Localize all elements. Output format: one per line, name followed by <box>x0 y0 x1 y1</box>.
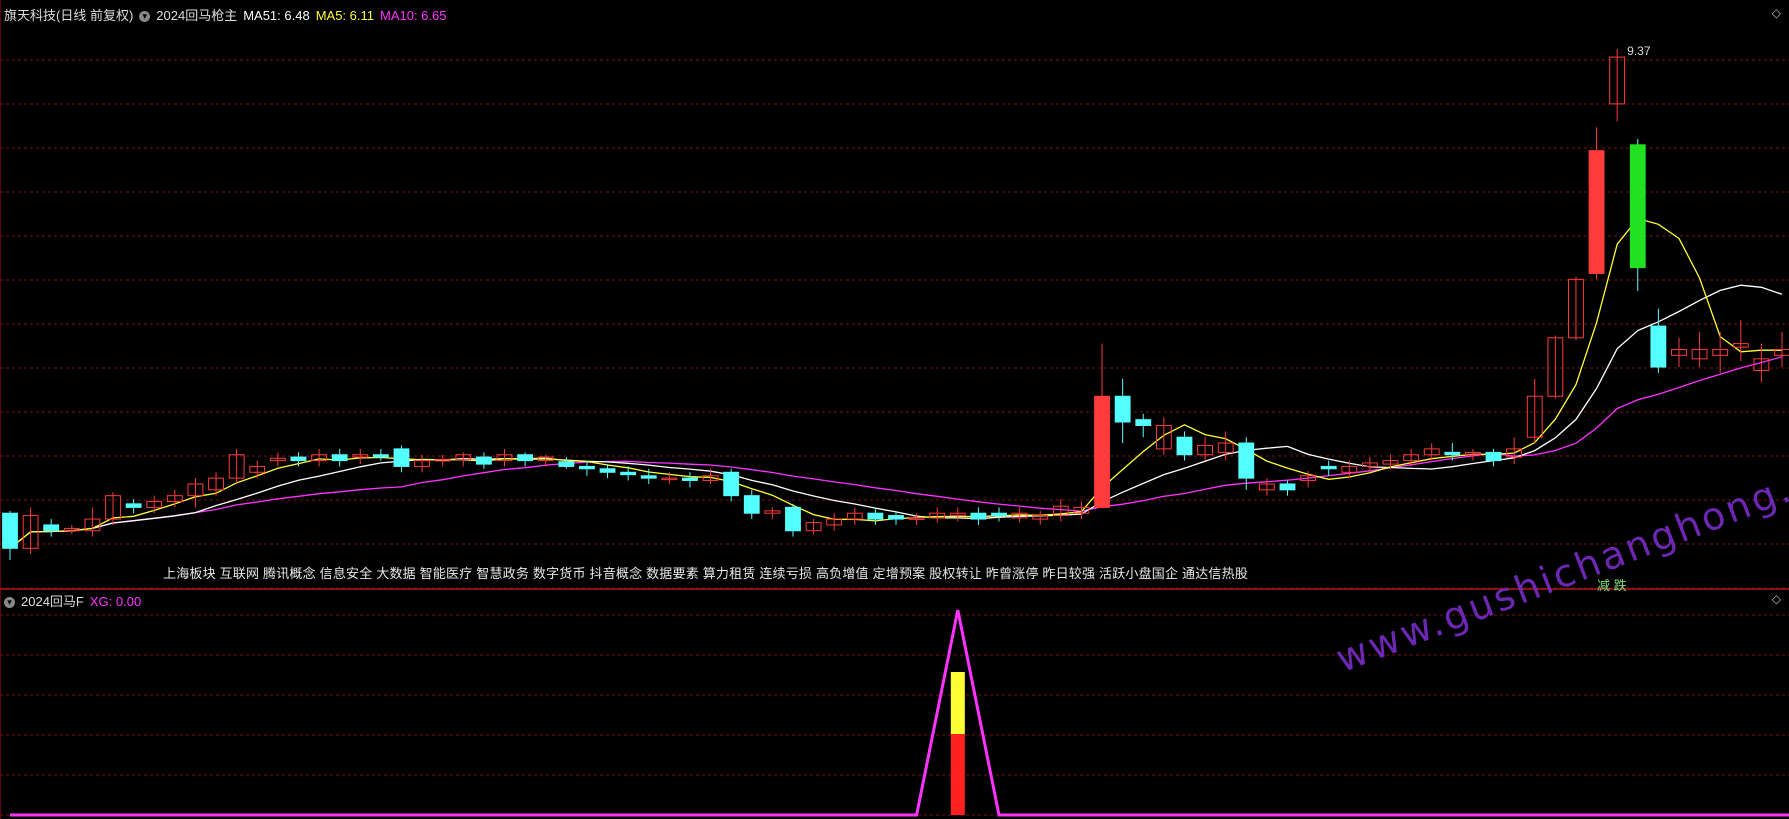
indicator-name: 2024回马枪主 <box>156 8 238 23</box>
chevron-circle-icon-sub[interactable]: ▾ <box>4 597 15 609</box>
diamond-icon-sub[interactable]: ◇ <box>1772 592 1781 606</box>
xg-signal-line <box>10 609 1789 817</box>
candle-body <box>393 448 410 467</box>
candle-body <box>1114 395 1131 423</box>
concept-tags: 上海板块 互联网 腾讯概念 信息安全 大数据 智能医疗 智慧政务 数字货币 抖音… <box>163 566 1249 581</box>
candle-body <box>723 471 740 497</box>
candle-body <box>331 454 348 462</box>
candle-body <box>2 512 18 549</box>
candle-body <box>888 515 904 520</box>
sub-header: ▾ 2024回马F XG: 0.00 <box>4 591 147 610</box>
candle-body <box>372 454 389 458</box>
candle-body <box>1135 419 1152 426</box>
candle-body <box>1629 144 1646 269</box>
candle-body <box>1485 451 1502 462</box>
candle-body <box>599 468 616 473</box>
candle-body <box>867 512 884 520</box>
signal-bar-red <box>950 734 965 815</box>
signal-bar-yellow <box>950 672 965 734</box>
candle-body <box>620 471 637 476</box>
ma51-label: MA51: 6.48 <box>243 8 310 23</box>
candle-body <box>1238 442 1255 479</box>
main-header: 旗天科技(日线 前复权) ▾ 2024回马枪主 MA51: 6.48 MA5: 6.11… <box>4 5 453 24</box>
candle-body <box>579 465 595 470</box>
candle-body <box>1279 483 1296 491</box>
candle-body <box>640 475 657 479</box>
candle-body <box>970 512 987 520</box>
candle-body <box>1650 325 1667 368</box>
chart-canvas: 9.37 <box>0 0 1789 819</box>
sub-indicator-name: 2024回马F <box>21 594 84 609</box>
candle-body <box>1588 150 1605 274</box>
candle-body <box>785 506 801 532</box>
stock-name: 旗天科技(日线 前复权) <box>4 8 134 23</box>
candle-body <box>558 461 575 467</box>
ma51-line <box>9 284 1783 549</box>
ma10-label: MA10: 6.65 <box>380 8 447 23</box>
candle-body <box>1094 395 1110 508</box>
candle-body <box>1444 451 1461 456</box>
ma5-label: MA5: 6.11 <box>315 8 374 23</box>
candle-body <box>475 456 492 465</box>
candle-body <box>125 503 142 508</box>
candle-body <box>743 495 760 514</box>
candle-body <box>991 512 1007 517</box>
candle-body <box>682 477 698 481</box>
candle-body <box>43 524 60 532</box>
candle-body <box>517 454 534 462</box>
candle-body <box>1320 465 1337 470</box>
xg-label: XG: 0.00 <box>89 594 142 609</box>
diamond-icon[interactable]: ◇ <box>1772 6 1781 20</box>
candle-body <box>1176 436 1193 456</box>
chevron-circle-icon[interactable]: ▾ <box>139 11 151 23</box>
max-price-label: 9.37 <box>1627 44 1651 58</box>
candle-body <box>290 456 307 462</box>
